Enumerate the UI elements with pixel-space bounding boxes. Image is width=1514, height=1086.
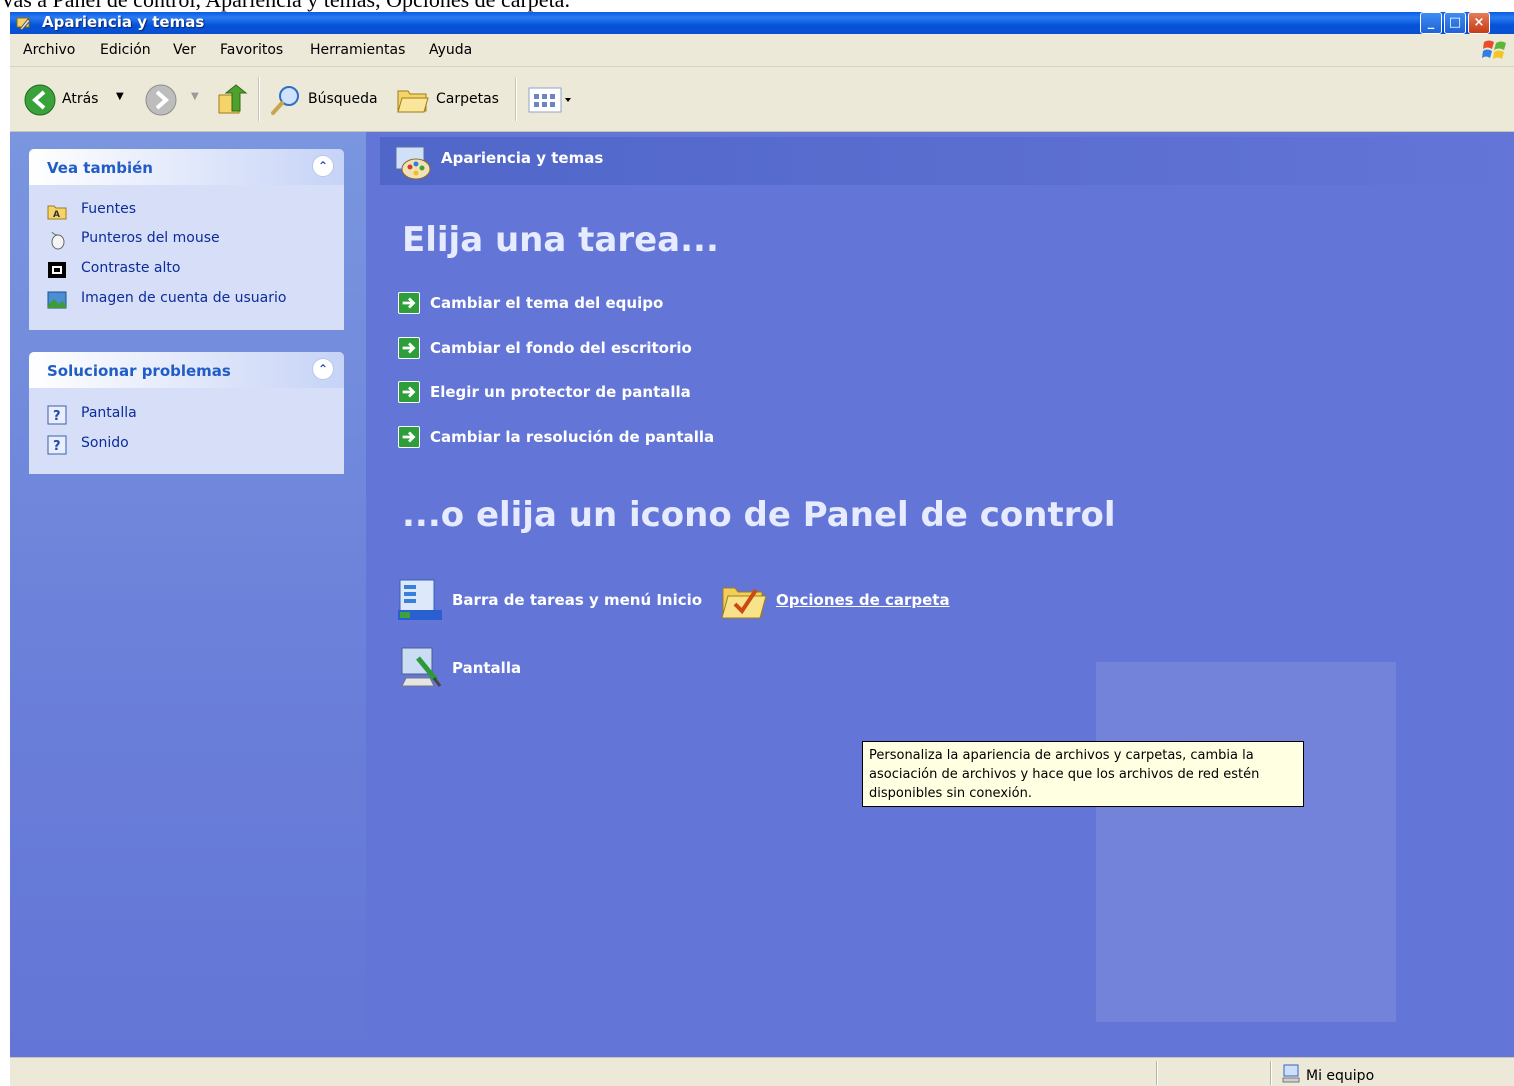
forward-arrow-icon[interactable] xyxy=(145,84,177,116)
windows-logo-icon xyxy=(1482,40,1506,59)
svg-text:?: ? xyxy=(53,439,61,454)
back-dropdown-icon[interactable]: ▼ xyxy=(116,91,124,102)
troubleshoot-header[interactable]: Solucionar problemas ⌃ xyxy=(29,352,344,388)
control-panel-icon xyxy=(16,17,31,31)
my-computer-icon xyxy=(1282,1064,1300,1083)
see-also-header[interactable]: Vea también ⌃ xyxy=(29,149,344,185)
folder-options-icon xyxy=(721,587,767,619)
title-bar[interactable]: Apariencia y temas _ □ × xyxy=(10,12,1514,34)
taskbar-start-menu-icon xyxy=(398,579,442,620)
main-pane: Apariencia y temas Elija una tarea... Ca… xyxy=(366,132,1514,1057)
display-icon xyxy=(401,647,442,687)
cp-item-pantalla[interactable]: Pantalla xyxy=(396,644,596,692)
category-banner: Apariencia y temas xyxy=(380,137,1510,185)
help-icon: ? xyxy=(47,405,67,425)
green-arrow-icon xyxy=(398,292,420,314)
back-arrow-icon[interactable] xyxy=(24,84,56,116)
status-separator xyxy=(1156,1061,1158,1085)
cp-item-barra-tareas[interactable]: Barra de tareas y menú Inicio xyxy=(396,576,706,624)
sidebar-item-label: Fuentes xyxy=(81,201,137,217)
see-also-title: Vea también xyxy=(47,159,153,177)
menu-herramientas[interactable]: Herramientas xyxy=(310,42,405,58)
task-link-label: Cambiar el fondo del escritorio xyxy=(430,339,692,357)
see-also-panel: Vea también ⌃ A Fuentes Punteros del mou… xyxy=(29,149,344,330)
toolbar: Atrás ▼ ▼ Búsqueda Carpetas xyxy=(10,67,1514,132)
views-icon[interactable] xyxy=(528,87,574,113)
folders-button-label[interactable]: Carpetas xyxy=(436,91,499,107)
explorer-window: Apariencia y temas _ □ × Archivo Edición… xyxy=(10,12,1514,1086)
toolbar-separator xyxy=(515,77,517,121)
maximize-button[interactable]: □ xyxy=(1444,12,1466,34)
folder-options-tooltip: Personaliza la apariencia de archivos y … xyxy=(862,741,1304,807)
menu-favoritos[interactable]: Favoritos xyxy=(220,42,283,58)
menu-bar: Archivo Edición Ver Favoritos Herramient… xyxy=(10,34,1514,67)
green-arrow-icon xyxy=(398,381,420,403)
green-arrow-icon xyxy=(398,426,420,448)
green-arrow-icon xyxy=(398,337,420,359)
banner-title: Apariencia y temas xyxy=(441,149,604,167)
menu-archivo[interactable]: Archivo xyxy=(23,42,75,58)
cp-item-label: Barra de tareas y menú Inicio xyxy=(452,591,703,609)
fonts-folder-icon: A xyxy=(47,205,67,220)
status-bar: Mi equipo xyxy=(10,1057,1514,1086)
close-button[interactable]: × xyxy=(1468,12,1490,34)
help-icon: ? xyxy=(47,435,67,455)
task-link-label: Elegir un protector de pantalla xyxy=(430,383,691,401)
forward-dropdown-icon[interactable]: ▼ xyxy=(191,91,199,102)
sidebar-item-label: Pantalla xyxy=(81,405,137,421)
appearance-themes-icon xyxy=(395,146,431,180)
collapse-chevron-icon[interactable]: ⌃ xyxy=(312,155,334,177)
sidebar-item-label: Contraste alto xyxy=(81,260,181,276)
troubleshoot-panel: Solucionar problemas ⌃ ? Pantalla ? Soni xyxy=(29,352,344,474)
menu-edicion[interactable]: Edición xyxy=(100,42,151,58)
instruction-caption: Vas a Panel de control, Apariencia y tem… xyxy=(0,0,1514,12)
svg-text:?: ? xyxy=(53,409,61,424)
task-link-label: Cambiar el tema del equipo xyxy=(430,294,664,312)
watermark-checkmark-icon xyxy=(1096,662,1396,1022)
menu-ver[interactable]: Ver xyxy=(173,42,196,58)
troubleshoot-title: Solucionar problemas xyxy=(47,362,231,380)
cp-item-label: Pantalla xyxy=(452,659,522,677)
menu-ayuda[interactable]: Ayuda xyxy=(429,42,472,58)
minimize-button[interactable]: _ xyxy=(1420,12,1442,34)
cp-item-label: Opciones de carpeta xyxy=(776,591,950,609)
user-picture-icon xyxy=(47,291,67,309)
back-button-label[interactable]: Atrás xyxy=(62,91,98,107)
mouse-icon xyxy=(51,231,65,250)
window-title: Apariencia y temas xyxy=(42,13,205,31)
high-contrast-icon xyxy=(48,262,66,278)
toolbar-separator xyxy=(258,77,260,121)
icon-heading: ...o elija un icono de Panel de control xyxy=(402,495,1116,535)
sidebar-item-label: Punteros del mouse xyxy=(81,230,220,246)
task-link-label: Cambiar la resolución de pantalla xyxy=(430,428,715,446)
sidebar-item-label: Imagen de cuenta de usuario xyxy=(81,290,287,306)
folders-icon[interactable] xyxy=(396,85,430,115)
cp-item-opciones-carpeta[interactable]: Opciones de carpeta xyxy=(720,576,960,624)
status-location: Mi equipo xyxy=(1306,1068,1375,1084)
search-button-label[interactable]: Búsqueda xyxy=(308,91,378,107)
search-icon[interactable] xyxy=(270,84,302,116)
task-pane: Vea también ⌃ A Fuentes Punteros del mou… xyxy=(10,132,366,1057)
status-separator xyxy=(1270,1061,1272,1085)
content-area: Vea también ⌃ A Fuentes Punteros del mou… xyxy=(10,132,1514,1057)
task-heading: Elija una tarea... xyxy=(402,220,719,260)
svg-text:A: A xyxy=(53,210,60,220)
folder-up-icon[interactable] xyxy=(216,83,248,117)
sidebar-item-label: Sonido xyxy=(81,435,129,451)
collapse-chevron-icon[interactable]: ⌃ xyxy=(312,358,334,380)
